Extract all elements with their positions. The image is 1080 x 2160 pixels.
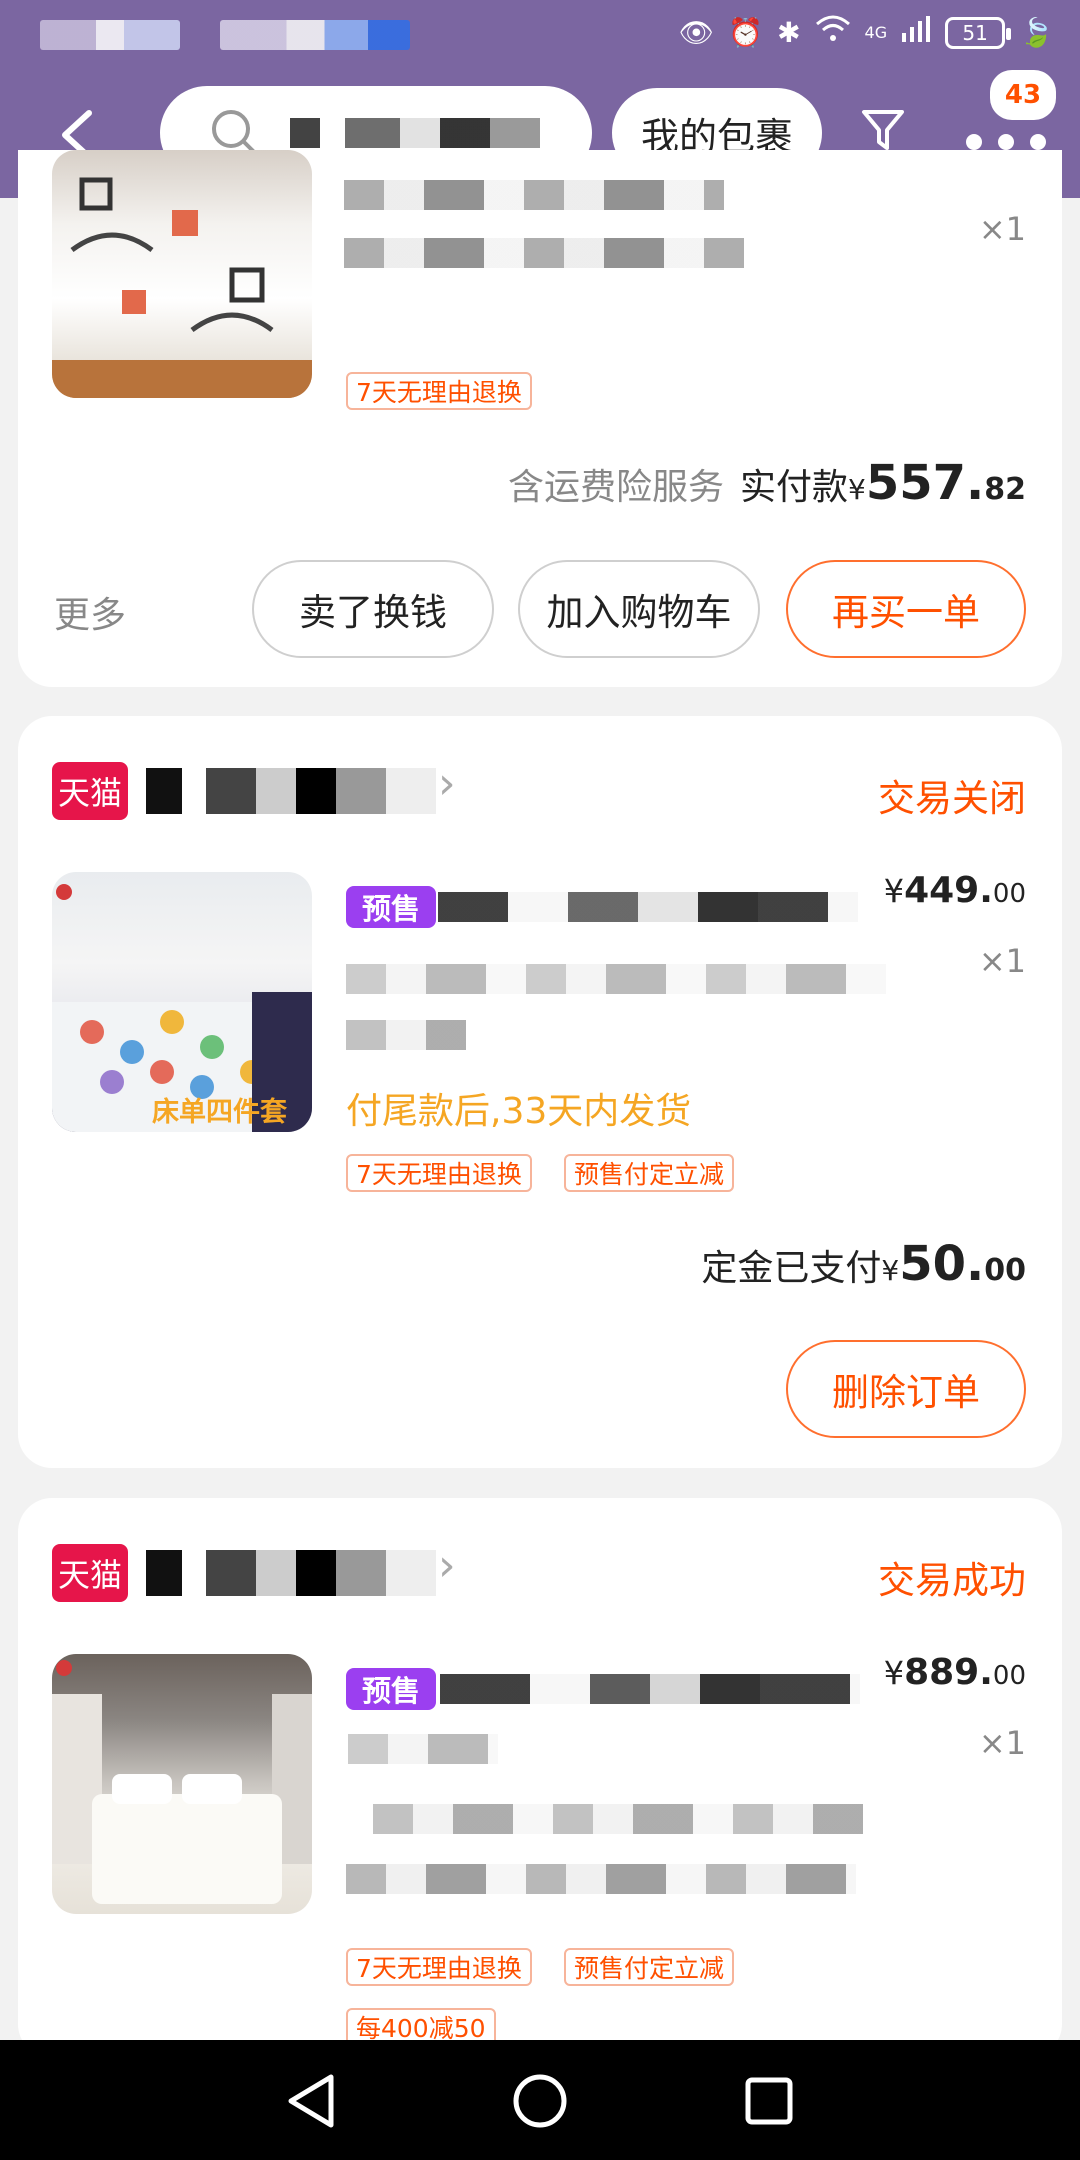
price-dec: 00 [992, 1661, 1026, 1691]
product-spec-blurred [346, 964, 886, 994]
product-spec-blurred [346, 1864, 856, 1894]
shipping-notice: 付尾款后,33天内发货 [346, 1091, 692, 1132]
battery-icon: 51 [945, 16, 1012, 49]
status-bar: 👁 ⏰ ✱ 4G 51 🍃 [0, 0, 1080, 72]
currency: ¥ [883, 872, 905, 910]
currency: ¥ [881, 1254, 900, 1287]
triangle-back-icon [288, 2074, 334, 2128]
insurance-note: 含运费险服务 [507, 467, 724, 508]
signal-icon [901, 15, 931, 50]
price-dec: 00 [992, 879, 1026, 909]
duvet-bed-icon [52, 1660, 312, 1904]
thumb-caption: 床单四件套 [152, 1097, 287, 1128]
more-link[interactable]: 更多 [54, 586, 126, 638]
deposit-amount: 50. [899, 1236, 985, 1292]
deposit-label: 定金已支付 [701, 1248, 882, 1289]
nav-back-button[interactable] [276, 2066, 346, 2136]
product-title-blurred [344, 180, 724, 210]
deposit-decimal: 00 [984, 1253, 1026, 1288]
order-status: 交易关闭 [878, 777, 1026, 820]
tmall-badge: 天猫 [52, 762, 128, 820]
presale-discount-tag: 预售付定立减 [564, 1948, 735, 1986]
leaf-icon: 🍃 [1019, 16, 1054, 49]
status-icons: 👁 ⏰ ✱ 4G 51 🍃 [679, 14, 1054, 51]
quantity: ×1 [978, 1724, 1026, 1762]
eye-icon: 👁 [678, 16, 715, 49]
product-thumbnail[interactable] [52, 1654, 312, 1914]
delete-order-button[interactable]: 删除订单 [786, 1340, 1026, 1438]
payment-summary: 含运费险服务 实付款 ¥ 557. 82 [508, 455, 1026, 511]
square-recents-icon [745, 2077, 793, 2125]
alarm-icon: ⏰ [728, 16, 764, 49]
bluetooth-icon: ✱ [777, 16, 801, 49]
return-policy-tag: 7天无理由退换 [346, 372, 532, 410]
product-thumbnail[interactable]: 床单四件套 [52, 872, 312, 1132]
product-spec-blurred [346, 1020, 466, 1050]
unit-price: ¥449.00 [884, 870, 1026, 911]
order-card-3: 天猫 › 交易成功 预售 ¥889.00 ×1 7天无理由退换 预售付定立减 每… [18, 1498, 1062, 2058]
quantity: ×1 [978, 210, 1026, 248]
price-int: 449. [904, 870, 993, 911]
deposit-summary: 定金已支付 ¥ 50. 00 [701, 1236, 1026, 1292]
status-left-blur [40, 20, 410, 50]
paid-amount: 557. [865, 455, 985, 511]
unit-price: ¥889.00 [884, 1652, 1026, 1693]
network-type: 4G [864, 23, 888, 42]
circle-home-icon [513, 2074, 567, 2128]
tmall-badge: 天猫 [52, 1544, 128, 1602]
bedding-pattern-icon [52, 177, 312, 398]
product-title-blurred [440, 1674, 860, 1704]
order-status: 交易成功 [878, 1559, 1026, 1602]
presale-badge: 预售 [346, 886, 436, 928]
status-text-blur [40, 20, 180, 50]
presale-badge: 预售 [346, 1668, 436, 1710]
nav-home-button[interactable] [505, 2066, 575, 2136]
price-int: 889. [904, 1652, 993, 1693]
search-query-blurred [290, 118, 540, 148]
currency: ¥ [883, 1654, 905, 1692]
product-title-blurred [438, 892, 858, 922]
chevron-right-icon[interactable]: › [438, 758, 456, 809]
chevron-right-icon[interactable]: › [438, 1540, 456, 1591]
order-card-2: 天猫 › 交易关闭 床单四件套 预售 ¥449.00 ×1 付尾款后,33天内发… [18, 716, 1062, 1468]
shop-name-blurred[interactable] [146, 1550, 436, 1596]
paid-decimal: 82 [984, 472, 1026, 507]
currency: ¥ [847, 473, 866, 506]
quantity: ×1 [978, 942, 1026, 980]
wifi-icon [815, 14, 851, 51]
status-text-blur [220, 20, 410, 50]
message-count-badge: 43 [990, 70, 1056, 120]
return-policy-tag: 7天无理由退换 [346, 1948, 532, 1986]
battery-level: 51 [962, 20, 988, 45]
presale-discount-tag: 预售付定立减 [564, 1154, 735, 1192]
product-thumbnail[interactable] [52, 150, 312, 398]
return-policy-tag: 7天无理由退换 [346, 1154, 532, 1192]
system-nav-bar [0, 2040, 1080, 2160]
shop-name-blurred[interactable] [146, 768, 436, 814]
product-spec-blurred [344, 238, 744, 268]
order-card-1: ×1 7天无理由退换 含运费险服务 实付款 ¥ 557. 82 更多 卖了换钱 … [18, 150, 1062, 687]
product-spec-blurred [348, 1734, 498, 1764]
product-spec-blurred [373, 1804, 863, 1834]
buy-again-button[interactable]: 再买一单 [786, 560, 1026, 658]
nav-recents-button[interactable] [734, 2066, 804, 2136]
resell-button[interactable]: 卖了换钱 [252, 560, 494, 658]
paid-label: 实付款 [739, 467, 848, 508]
add-to-cart-button[interactable]: 加入购物车 [518, 560, 760, 658]
filter-icon[interactable] [860, 106, 906, 156]
